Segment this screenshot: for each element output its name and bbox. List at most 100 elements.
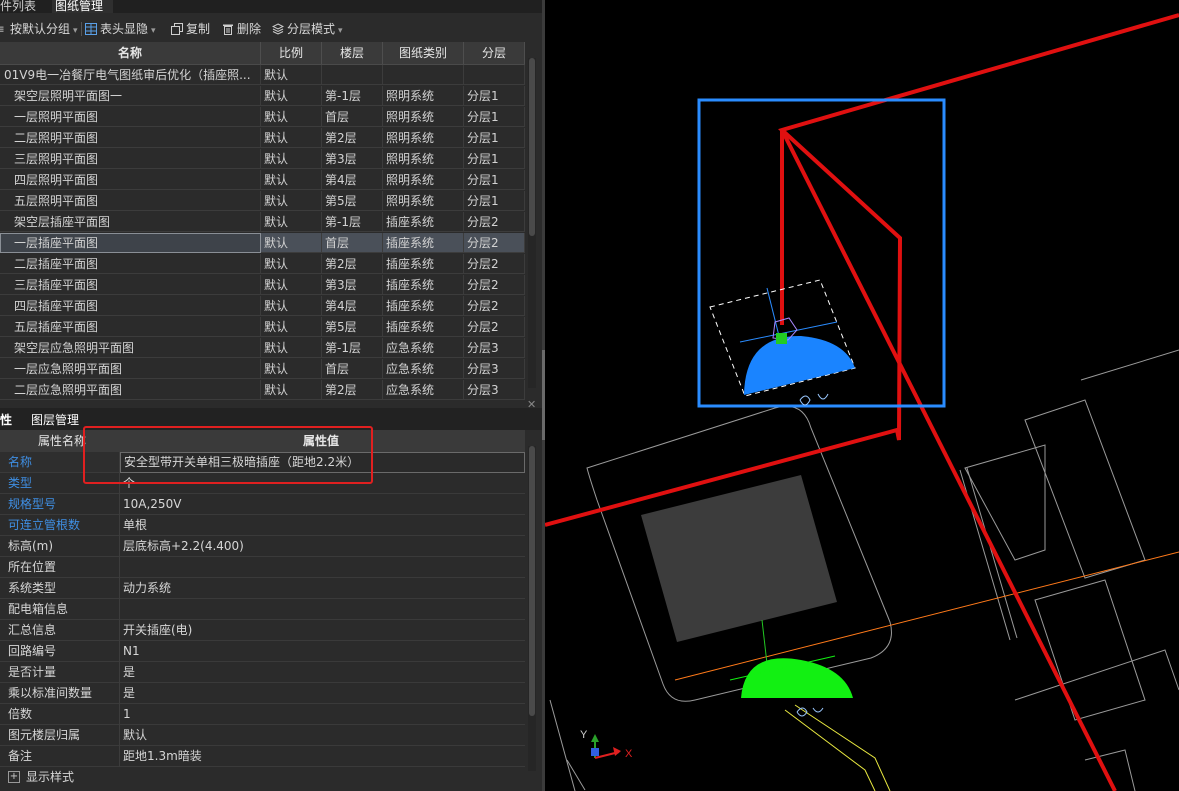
cell-category: 照明系统 (383, 128, 464, 148)
property-name: 图元楼层归属 (8, 728, 81, 742)
table-row[interactable]: 架空层应急照明平面图 默认 第-1层 应急系统 分层3 (0, 338, 525, 358)
property-row[interactable]: 是否计量 是 (0, 662, 525, 683)
property-row[interactable]: 图元楼层归属 默认 (0, 725, 525, 746)
property-row[interactable]: 配电箱信息 (0, 599, 525, 620)
copy-button[interactable]: 复制 (171, 20, 210, 38)
cell-name: 二层应急照明平面图 (0, 380, 261, 400)
table-row[interactable]: 01V9电一冶餐厅电气图纸审后优化（插座照... 默认 (0, 65, 525, 85)
cell-layer: 分层2 (464, 296, 525, 316)
display-style-row[interactable]: + 显示样式 (0, 767, 525, 787)
property-value[interactable]: 层底标高+2.2(4.400) (123, 536, 244, 557)
table-scrollbar[interactable] (528, 58, 536, 388)
yellow-line (784, 709, 876, 791)
grip-point[interactable] (776, 333, 787, 344)
cell-floor: 第5层 (322, 317, 383, 337)
column-header-floor[interactable]: 楼层 (322, 42, 383, 64)
close-icon[interactable]: ✕ (527, 398, 536, 411)
table-row[interactable]: 三层插座平面图 默认 第3层 插座系统 分层2 (0, 275, 525, 295)
property-value[interactable]: 个 (123, 473, 135, 494)
cell-name: 四层插座平面图 (0, 296, 261, 316)
scrollbar-thumb[interactable] (529, 446, 535, 716)
table-row[interactable]: 五层插座平面图 默认 第5层 插座系统 分层2 (0, 317, 525, 337)
cell-layer: 分层3 (464, 359, 525, 379)
property-value[interactable]: 距地1.3m暗装 (123, 746, 202, 767)
property-name-header: 属性名称 (38, 434, 87, 448)
column-header-name[interactable]: 名称 (0, 42, 261, 64)
column-divider (119, 704, 120, 725)
property-value[interactable]: 动力系统 (123, 578, 171, 599)
property-value[interactable]: N1 (123, 641, 140, 662)
column-header-layer[interactable]: 分层 (464, 42, 525, 64)
table-row[interactable]: 二层照明平面图 默认 第2层 照明系统 分层1 (0, 128, 525, 148)
tab-drawing-management[interactable]: 图纸管理 (52, 0, 113, 13)
property-row[interactable]: 回路编号 N1 (0, 641, 525, 662)
properties-scrollbar[interactable] (528, 446, 536, 771)
property-row[interactable]: 所在位置 (0, 557, 525, 578)
cad-drawing[interactable]: Y X (545, 0, 1179, 791)
property-name: 名称 (8, 455, 33, 469)
property-row[interactable]: 备注 距地1.3m暗装 (0, 746, 525, 767)
cell-layer: 分层1 (464, 107, 525, 127)
trash-icon (223, 24, 233, 35)
table-row[interactable]: 一层插座平面图 默认 首层 插座系统 分层2 (0, 233, 525, 253)
table-row[interactable]: 四层照明平面图 默认 第4层 照明系统 分层1 (0, 170, 525, 190)
cell-name: 五层照明平面图 (0, 191, 261, 211)
table-row[interactable]: 架空层照明平面图一 默认 第-1层 照明系统 分层1 (0, 86, 525, 106)
table-row[interactable]: 一层应急照明平面图 默认 首层 应急系统 分层3 (0, 359, 525, 379)
cell-name: 一层插座平面图 (0, 233, 261, 253)
property-value[interactable]: 10A,250V (123, 494, 181, 515)
property-row[interactable]: 可连立管根数 单根 (0, 515, 525, 536)
property-row[interactable]: 系统类型 动力系统 (0, 578, 525, 599)
tab-properties[interactable]: 性 (0, 412, 20, 428)
cell-scale: 默认 (261, 275, 322, 295)
table-row[interactable]: 二层插座平面图 默认 第2层 插座系统 分层2 (0, 254, 525, 274)
property-row[interactable]: 倍数 1 (0, 704, 525, 725)
chevron-down-icon: ▾ (73, 26, 78, 36)
cell-floor: 第3层 (322, 149, 383, 169)
display-style-label: 显示样式 (26, 770, 75, 784)
property-value[interactable]: 默认 (123, 725, 147, 746)
property-row[interactable]: 名称 安全型带开关单相三极暗插座（距地2.2米） (0, 452, 525, 473)
property-name: 配电箱信息 (8, 602, 69, 616)
column-header-scale[interactable]: 比例 (261, 42, 322, 64)
cell-category: 插座系统 (383, 254, 464, 274)
table-row[interactable]: 三层照明平面图 默认 第3层 照明系统 分层1 (0, 149, 525, 169)
table-row[interactable]: 五层照明平面图 默认 第5层 照明系统 分层1 (0, 191, 525, 211)
cell-layer: 分层1 (464, 170, 525, 190)
property-row[interactable]: 标高(m) 层底标高+2.2(4.400) (0, 536, 525, 557)
table-row[interactable]: 架空层插座平面图 默认 第-1层 插座系统 分层2 (0, 212, 525, 232)
group-by-default-button[interactable]: 按默认分组 ▾ (0, 20, 78, 38)
cad-canvas[interactable]: Y X (545, 0, 1179, 791)
property-value[interactable]: 安全型带开关单相三极暗插座（距地2.2米） (120, 452, 525, 473)
layer-mode-button[interactable]: 分层模式 ▾ (272, 20, 343, 38)
property-row[interactable]: 汇总信息 开关插座(电) (0, 620, 525, 641)
header-visibility-button[interactable]: 表头显隐 ▾ (85, 20, 156, 38)
cell-category: 插座系统 (383, 275, 464, 295)
property-value[interactable]: 是 (123, 662, 135, 683)
table-row[interactable]: 四层插座平面图 默认 第4层 插座系统 分层2 (0, 296, 525, 316)
table-row[interactable]: 一层照明平面图 默认 首层 照明系统 分层1 (0, 107, 525, 127)
cell-layer (464, 65, 525, 85)
column-header-category[interactable]: 图纸类别 (383, 42, 464, 64)
property-value[interactable]: 1 (123, 704, 131, 725)
property-row[interactable]: 类型 个 (0, 473, 525, 494)
delete-button[interactable]: 删除 (222, 20, 261, 38)
properties-header: 属性名称 属性值 (0, 430, 525, 452)
table-row[interactable]: 二层应急照明平面图 默认 第2层 应急系统 分层3 (0, 380, 525, 400)
socket-symbol[interactable] (729, 655, 853, 717)
expand-icon[interactable]: + (8, 771, 20, 783)
property-value[interactable]: 单根 (123, 515, 147, 536)
tab-component-list[interactable]: 件列表 (0, 0, 44, 13)
cell-name: 架空层应急照明平面图 (0, 338, 261, 358)
property-row[interactable]: 乘以标准间数量 是 (0, 683, 525, 704)
property-value[interactable]: 是 (123, 683, 135, 704)
copy-label: 复制 (186, 22, 211, 36)
cell-category (383, 65, 464, 85)
scrollbar-thumb[interactable] (529, 58, 535, 236)
tab-layer-management[interactable]: 图层管理 (31, 412, 91, 428)
cell-category: 插座系统 (383, 296, 464, 316)
property-row[interactable]: 规格型号 10A,250V (0, 494, 525, 515)
yellow-line (794, 704, 891, 791)
property-value[interactable]: 开关插座(电) (123, 620, 192, 641)
cell-scale: 默认 (261, 86, 322, 106)
